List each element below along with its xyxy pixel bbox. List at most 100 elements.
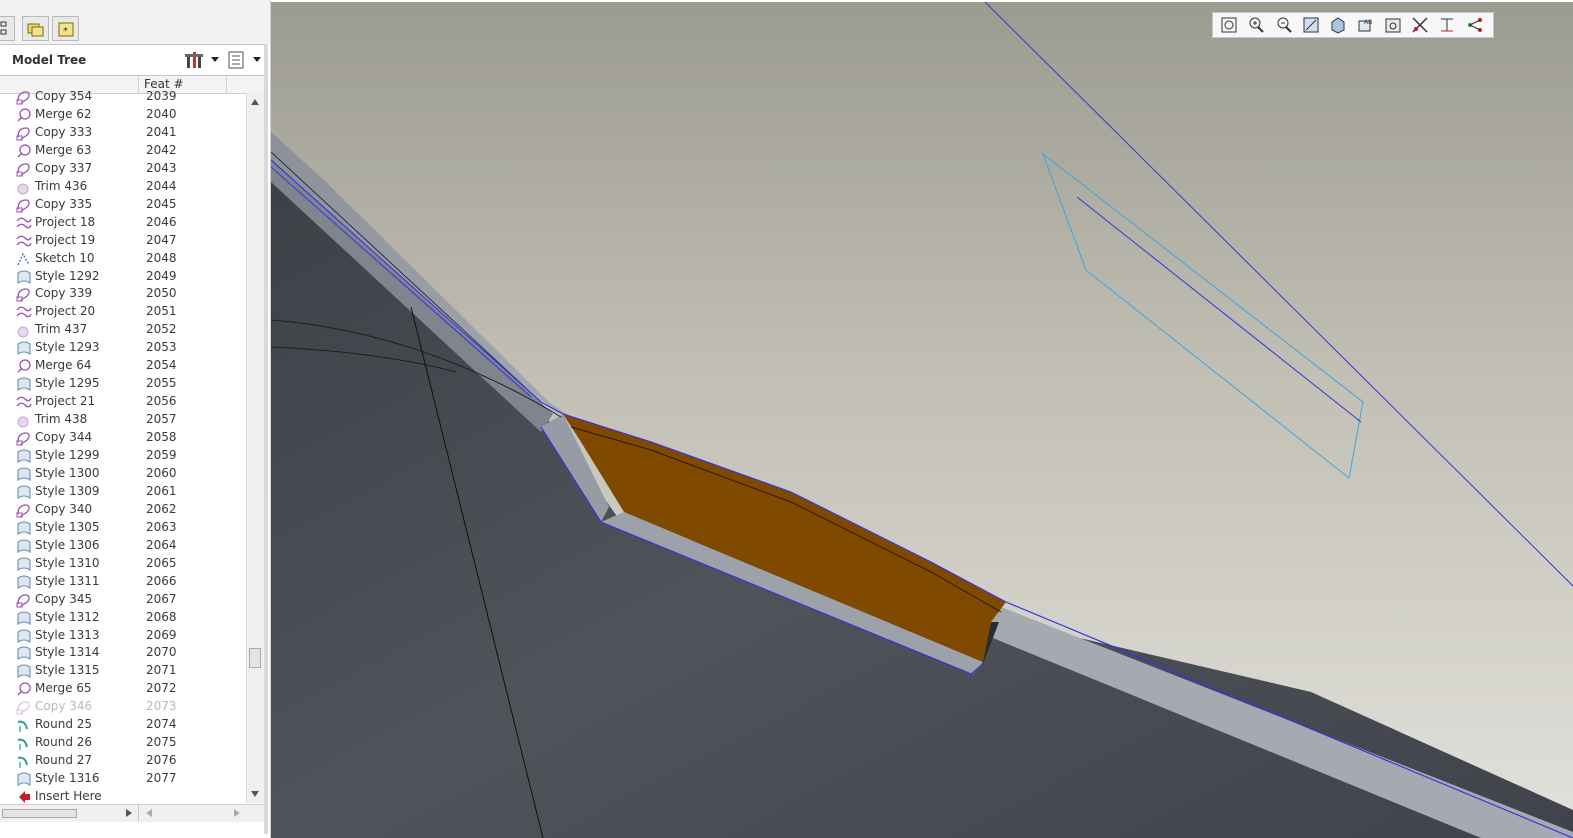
tree-row[interactable]: Round 27 2076 [0, 752, 246, 770]
model-tree-list: Copy 354 2039 Merge 62 2040 Copy 333 2041 Merg… [0, 89, 246, 805]
tree-row[interactable]: Merge 62 2040 [0, 106, 246, 124]
annotation-display-button[interactable] [1465, 15, 1487, 35]
horizontal-scrollbar[interactable] [0, 804, 266, 822]
tree-row[interactable]: Merge 63 2042 [0, 142, 246, 160]
tree-row[interactable]: Style 1311 2066 [0, 573, 246, 591]
project-icon [16, 304, 32, 320]
tree-row-name: Project 19 [35, 232, 96, 247]
style-icon [16, 466, 32, 482]
panel-splitter[interactable] [264, 44, 268, 834]
tree-row[interactable]: Copy 354 2039 [0, 89, 246, 106]
tree-row[interactable]: Copy 345 2067 [0, 591, 246, 609]
list-icon [228, 51, 244, 69]
scroll-right-arrow[interactable] [126, 809, 132, 817]
project-icon [16, 215, 32, 231]
tree-settings-dropdown-arrow[interactable] [211, 57, 219, 62]
vertical-scrollbar[interactable] [246, 93, 264, 803]
show-dropdown-arrow[interactable] [253, 57, 261, 62]
tree-row[interactable]: Copy 335 2045 [0, 196, 246, 214]
tree-row[interactable]: Copy 346 2073 [0, 698, 246, 716]
tree-row[interactable]: Style 1316 2077 [0, 770, 246, 788]
tree-row-feat-number: 2060 [146, 465, 177, 480]
tree-row[interactable]: Trim 438 2057 [0, 411, 246, 429]
tree-row[interactable]: Style 1292 2049 [0, 268, 246, 286]
style-icon [16, 538, 32, 554]
scroll-up-arrow[interactable] [251, 99, 259, 105]
tree-row[interactable]: Trim 437 2052 [0, 321, 246, 339]
view-manager-button[interactable] [1383, 15, 1405, 35]
tree-row-name: Merge 63 [35, 142, 92, 157]
copy-icon [16, 197, 32, 213]
display-style-icon [1331, 17, 1345, 34]
datum-display-icon [1412, 17, 1428, 33]
style-icon [16, 645, 32, 661]
scroll-left-arrow[interactable] [146, 809, 152, 817]
scroll-down-arrow[interactable] [251, 791, 259, 797]
style-icon [16, 610, 32, 626]
tree-row-name: Merge 62 [35, 106, 92, 121]
project-icon [16, 233, 32, 249]
tree-row[interactable]: Sketch 10 2048 [0, 250, 246, 268]
tree-row[interactable]: Project 18 2046 [0, 214, 246, 232]
tree-row[interactable]: Style 1310 2065 [0, 555, 246, 573]
show-button[interactable] [226, 50, 248, 70]
datum-display-button[interactable] [1410, 15, 1432, 35]
tree-row[interactable]: Copy 340 2062 [0, 501, 246, 519]
style-icon [16, 340, 32, 356]
copy-icon [16, 161, 32, 177]
tree-row[interactable]: Merge 64 2054 [0, 357, 246, 375]
saved-views-button[interactable]: AB [1356, 15, 1378, 35]
project-icon [16, 394, 32, 410]
horizontal-scroll-thumb[interactable] [2, 809, 77, 818]
tree-row[interactable]: Style 1313 2069 [0, 627, 246, 645]
scroll-thumb[interactable] [249, 648, 261, 668]
tree-row[interactable]: Round 26 2075 [0, 734, 246, 752]
refit-button[interactable] [1219, 15, 1241, 35]
tree-settings-button[interactable] [184, 50, 206, 70]
insert-arrow-icon [16, 789, 32, 805]
tree-row[interactable]: Style 1300 2060 [0, 465, 246, 483]
tree-row[interactable]: Merge 65 2072 [0, 680, 246, 698]
tab-folder-browser[interactable] [22, 16, 49, 41]
tree-row[interactable]: Style 1309 2061 [0, 483, 246, 501]
model-tree-header: Model Tree [0, 44, 266, 76]
tree-row[interactable]: Style 1314 2070 [0, 644, 246, 662]
tree-row[interactable]: Project 21 2056 [0, 393, 246, 411]
tree-row[interactable]: Insert Here [0, 788, 246, 805]
tree-row[interactable]: Style 1305 2063 [0, 519, 246, 537]
spin-center-button[interactable] [1437, 15, 1459, 35]
repaint-icon [1303, 17, 1319, 33]
tree-row-name: Copy 335 [35, 196, 93, 211]
scroll-right-arrow-2[interactable] [234, 809, 240, 817]
tree-row[interactable]: Project 19 2047 [0, 232, 246, 250]
tree-row[interactable]: Style 1312 2068 [0, 609, 246, 627]
display-style-button[interactable] [1328, 15, 1350, 35]
tree-row[interactable]: Copy 339 2050 [0, 285, 246, 303]
model-view[interactable] [271, 2, 1573, 838]
tree-row[interactable]: Style 1315 2071 [0, 662, 246, 680]
zoom-in-button[interactable] [1246, 15, 1268, 35]
tree-row[interactable]: Copy 333 2041 [0, 124, 246, 142]
model-tree-icon [0, 21, 7, 35]
tree-row[interactable]: Style 1306 2064 [0, 537, 246, 555]
copy-icon [16, 125, 32, 141]
tree-row[interactable]: Style 1295 2055 [0, 375, 246, 393]
tree-row[interactable]: Project 20 2051 [0, 303, 246, 321]
graphics-window[interactable]: AB [271, 2, 1573, 838]
tree-row[interactable]: Style 1299 2059 [0, 447, 246, 465]
tree-row[interactable]: Style 1293 2053 [0, 339, 246, 357]
tree-row-name: Round 27 [35, 753, 93, 768]
copy-icon [16, 430, 32, 446]
navigator-tabs: * [0, 0, 270, 44]
zoom-out-button[interactable] [1274, 15, 1296, 35]
tab-model-tree[interactable] [0, 16, 15, 41]
repaint-button[interactable] [1301, 15, 1323, 35]
tree-row-feat-number: 2049 [146, 268, 177, 283]
tree-row-name: Style 1311 [35, 573, 100, 588]
tree-row[interactable]: Copy 337 2043 [0, 160, 246, 178]
tree-row[interactable]: Copy 344 2058 [0, 429, 246, 447]
tree-row[interactable]: Trim 436 2044 [0, 178, 246, 196]
tree-row[interactable]: Round 25 2074 [0, 716, 246, 734]
tree-row-feat-number: 2070 [146, 645, 177, 660]
tab-favorites[interactable]: * [52, 16, 79, 41]
